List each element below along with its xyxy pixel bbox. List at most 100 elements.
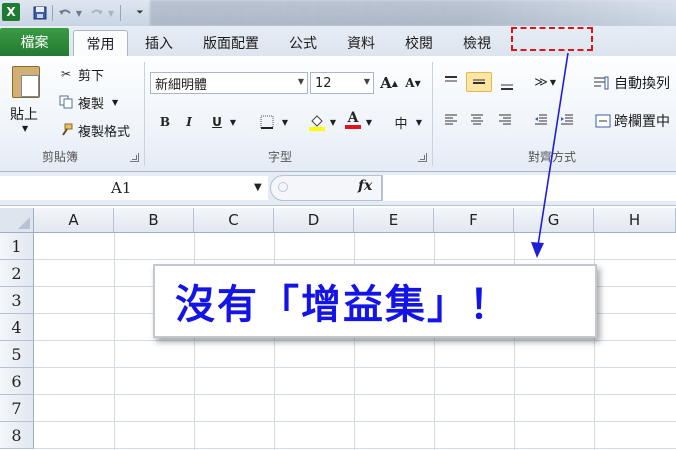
clipboard-dialog-launcher-icon[interactable] <box>130 153 139 162</box>
font-name-value: 新細明體 <box>155 77 208 93</box>
select-all-button[interactable] <box>0 208 34 233</box>
column-header-a[interactable]: A <box>34 208 114 233</box>
insert-function-button[interactable]: fx <box>358 178 372 194</box>
column-header-d[interactable]: D <box>274 208 354 233</box>
group-separator <box>144 62 145 166</box>
chevron-down-icon[interactable]: ▼ <box>254 182 262 193</box>
gridline <box>34 394 676 395</box>
row-header-8[interactable]: 8 <box>0 422 34 449</box>
redo-icon[interactable] <box>88 3 106 23</box>
orientation-dropdown-icon[interactable]: ▼ <box>548 72 558 92</box>
phonetic-label: 中 <box>394 116 408 132</box>
name-box-value: A1 <box>111 179 132 197</box>
column-header-f[interactable]: F <box>434 208 514 233</box>
cut-icon: ✂ <box>60 67 72 81</box>
format-painter-button[interactable]: 複製格式 <box>78 122 130 140</box>
annotation-callout: 沒有「增益集」！ <box>153 264 597 338</box>
align-bottom-icon[interactable] <box>496 74 518 94</box>
font-color-dropdown-icon[interactable]: ▼ <box>364 112 374 132</box>
align-middle-icon[interactable] <box>466 72 492 92</box>
underline-dropdown-icon[interactable]: ▼ <box>228 112 238 132</box>
fill-color-dropdown-icon[interactable]: ▼ <box>328 112 338 132</box>
undo-icon[interactable] <box>56 3 74 23</box>
column-header-e[interactable]: E <box>354 208 434 233</box>
gridline <box>34 259 676 260</box>
alignment-group-label: 對齊方式 <box>527 150 576 164</box>
font-size-select[interactable]: 12 ▼ <box>310 72 374 94</box>
bold-button[interactable]: B <box>154 112 176 132</box>
row-header-2[interactable]: 2 <box>0 260 34 287</box>
formula-input[interactable] <box>382 175 676 201</box>
italic-button[interactable]: I <box>178 112 200 132</box>
blurred-title-area <box>150 0 676 26</box>
excel-logo-icon[interactable]: X <box>2 3 20 21</box>
font-dialog-launcher-icon[interactable] <box>418 153 427 162</box>
chevron-down-icon: ▼ <box>297 77 304 86</box>
tab-view[interactable]: 檢視 <box>452 30 502 56</box>
gridline <box>34 367 676 368</box>
increase-indent-icon[interactable] <box>556 110 578 130</box>
gridline <box>34 448 676 449</box>
tab-page-layout[interactable]: 版面配置 <box>192 30 270 56</box>
column-header-c[interactable]: C <box>194 208 274 233</box>
column-header-h[interactable]: H <box>594 208 676 233</box>
formula-bar-circle-icon <box>278 182 288 192</box>
save-icon[interactable] <box>30 3 50 23</box>
row-header-4[interactable]: 4 <box>0 314 34 341</box>
wrap-text-button[interactable]: 自動換列 <box>614 73 670 93</box>
gridline <box>34 421 676 422</box>
underline-button[interactable]: U <box>206 112 228 132</box>
tab-formulas[interactable]: 公式 <box>280 30 326 56</box>
copy-icon <box>58 94 74 110</box>
qa-separator <box>120 5 121 21</box>
phonetic-guide-button[interactable]: 中 <box>390 112 412 132</box>
gridline <box>114 233 115 450</box>
paste-label[interactable]: 貼上 <box>10 104 38 124</box>
column-header-b[interactable]: B <box>114 208 194 233</box>
row-header-1[interactable]: 1 <box>0 233 34 260</box>
row-header-5[interactable]: 5 <box>0 341 34 368</box>
merge-center-icon <box>592 111 614 131</box>
shrink-font-button[interactable]: A ▼ <box>402 73 424 93</box>
copy-dropdown-icon[interactable]: ▼ <box>112 98 118 107</box>
font-color-swatch <box>345 125 361 129</box>
tab-file[interactable]: 檔案 <box>0 28 69 56</box>
chevron-down-icon: ▼ <box>363 77 370 86</box>
tab-review[interactable]: 校閱 <box>394 30 444 56</box>
column-header-g[interactable]: G <box>514 208 594 233</box>
grow-font-button[interactable]: A ▲ <box>378 73 400 93</box>
redo-dropdown-icon[interactable]: ▼ <box>106 3 116 23</box>
format-painter-icon <box>58 122 74 138</box>
grow-font-label: A <box>380 74 392 92</box>
decrease-indent-icon[interactable] <box>530 110 552 130</box>
align-right-icon[interactable] <box>494 110 516 130</box>
cut-button[interactable]: 剪下 <box>78 66 104 84</box>
border-dropdown-icon[interactable]: ▼ <box>280 112 290 132</box>
row-header-6[interactable]: 6 <box>0 368 34 395</box>
tab-data[interactable]: 資料 <box>336 30 386 56</box>
font-size-value: 12 <box>315 75 332 91</box>
row-header-3[interactable]: 3 <box>0 287 34 314</box>
tab-insert[interactable]: 插入 <box>136 30 182 56</box>
phonetic-dropdown-icon[interactable]: ▼ <box>414 112 424 132</box>
border-icon[interactable] <box>256 112 278 132</box>
merge-center-button[interactable]: 跨欄置中 <box>614 111 670 131</box>
name-box[interactable]: A1 ▼ <box>0 176 268 200</box>
tab-home[interactable]: 常用 <box>73 30 128 56</box>
customize-dropdown-icon[interactable]: ⏷ <box>134 3 146 23</box>
row-header-7[interactable]: 7 <box>0 395 34 422</box>
missing-addins-tab-highlight <box>511 27 593 51</box>
paste-dropdown-icon[interactable]: ▼ <box>22 124 28 133</box>
fill-color-icon[interactable] <box>306 112 328 132</box>
copy-button[interactable]: 複製 <box>78 94 104 112</box>
undo-dropdown-icon[interactable]: ▼ <box>74 3 84 23</box>
font-name-select[interactable]: 新細明體 ▼ <box>150 72 308 94</box>
shrink-font-label: A <box>405 76 415 90</box>
qa-separator <box>52 5 53 21</box>
align-center-icon[interactable] <box>466 110 488 130</box>
wrap-text-icon <box>590 73 612 93</box>
align-left-icon[interactable] <box>440 110 462 130</box>
paste-icon[interactable] <box>12 66 40 98</box>
font-color-button[interactable]: A <box>342 110 364 130</box>
align-top-icon[interactable] <box>440 72 462 92</box>
